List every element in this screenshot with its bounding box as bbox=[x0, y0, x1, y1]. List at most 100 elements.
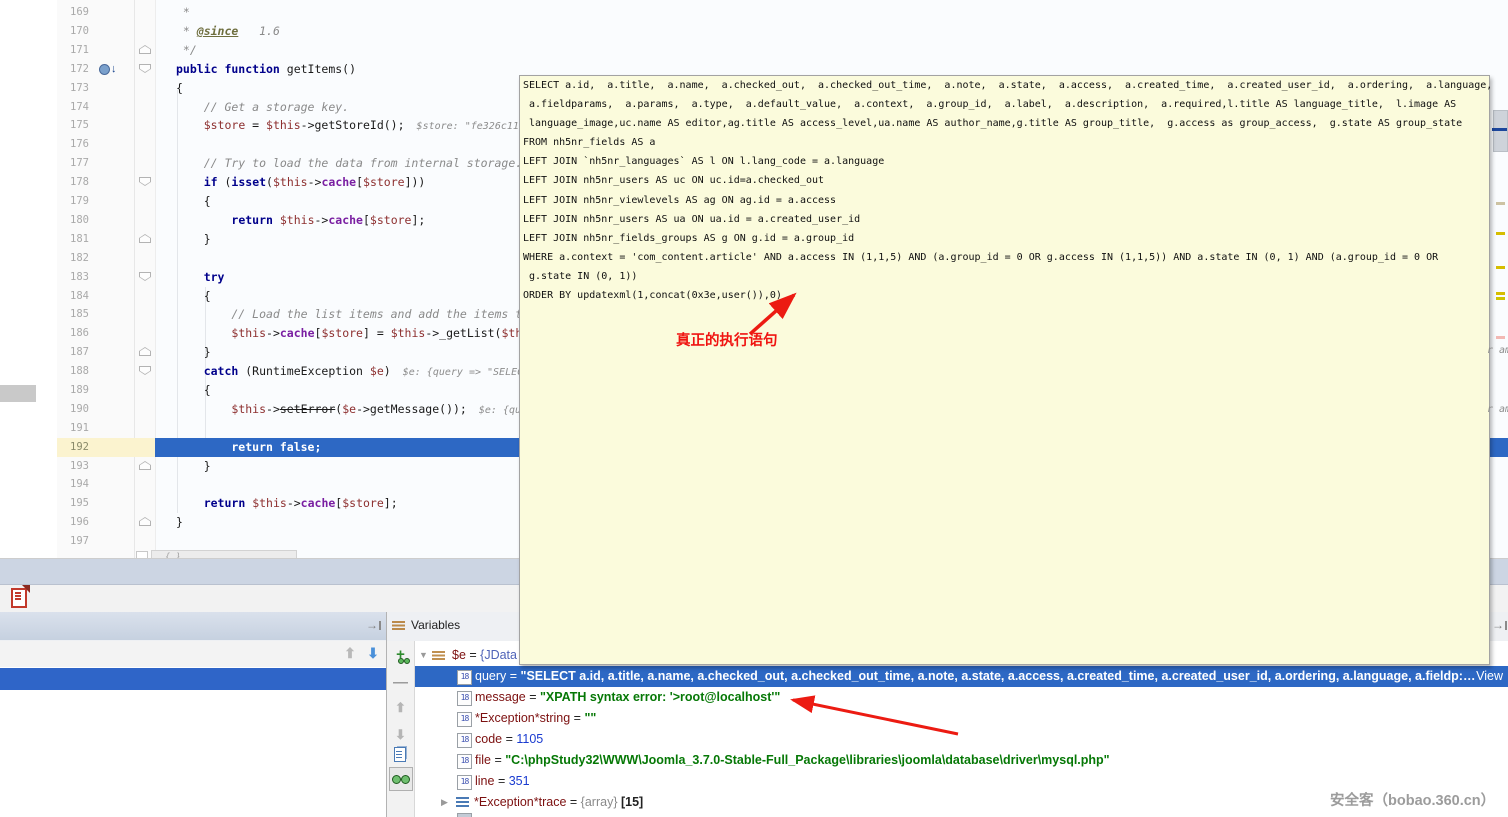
fold-marker-down-icon[interactable] bbox=[139, 64, 151, 73]
variable-type-icon bbox=[432, 651, 445, 661]
sql-line: SELECT a.id, a.title, a.name, a.checked_… bbox=[520, 76, 1489, 95]
sql-line: LEFT JOIN nh5nr_fields_groups AS g ON g.… bbox=[520, 229, 1489, 248]
variables-menu-icon[interactable] bbox=[392, 621, 405, 631]
code-overflow-fragment: r am bbox=[1487, 404, 1508, 418]
fold-marker-up-icon[interactable] bbox=[139, 45, 151, 54]
sql-line: a.fieldparams, a.params, a.type, a.defau… bbox=[520, 95, 1489, 114]
show-watches-icon[interactable] bbox=[389, 767, 413, 791]
sql-line: language_image,uc.name AS editor,ag.titl… bbox=[520, 114, 1489, 133]
line-number: 178 bbox=[70, 173, 110, 192]
fold-marker-down-icon[interactable] bbox=[139, 366, 151, 375]
move-up-icon[interactable]: ⬆ bbox=[391, 699, 410, 718]
sql-line: ORDER BY updatexml(1,concat(0x3e,user())… bbox=[520, 286, 1489, 305]
partial-row-icon bbox=[457, 813, 472, 817]
variable-row[interactable]: 18query = "SELECT a.id, a.title, a.name,… bbox=[415, 666, 1508, 687]
frame-up-icon[interactable]: ⬆ bbox=[341, 644, 359, 662]
line-number: 196 bbox=[70, 513, 110, 532]
gutter: 169170171172↓173174175176177178179180181… bbox=[57, 0, 156, 558]
error-stripe-mark[interactable] bbox=[1496, 292, 1505, 295]
tree-expanded-icon[interactable]: ▼ bbox=[419, 645, 428, 666]
variable-row[interactable]: 18file = "C:\phpStudy32\WWW\Joomla_3.7.0… bbox=[415, 750, 1508, 771]
line-number: 185 bbox=[70, 305, 110, 324]
line-number: 176 bbox=[70, 135, 110, 154]
error-stripe-mark[interactable] bbox=[1496, 266, 1505, 269]
variable-text: file = "C:\phpStudy32\WWW\Joomla_3.7.0-S… bbox=[475, 750, 1110, 771]
line-number: 187 bbox=[70, 343, 110, 362]
hide-panel-icon[interactable]: → bbox=[1492, 617, 1507, 633]
line-number: 174 bbox=[70, 98, 110, 117]
error-stripe-mark[interactable] bbox=[1496, 297, 1505, 300]
line-number: 189 bbox=[70, 381, 110, 400]
restore-layout-icon[interactable] bbox=[11, 588, 27, 608]
selected-frame-row[interactable] bbox=[0, 668, 386, 690]
line-number: 191 bbox=[70, 419, 110, 438]
line-number: 195 bbox=[70, 494, 110, 513]
fold-marker-up-icon[interactable] bbox=[139, 347, 151, 356]
sql-line: LEFT JOIN nh5nr_users AS uc ON uc.id=a.c… bbox=[520, 171, 1489, 190]
line-number: 175 bbox=[70, 116, 110, 135]
line-number: 194 bbox=[70, 475, 110, 494]
sql-line: LEFT JOIN nh5nr_viewlevels AS ag ON ag.i… bbox=[520, 191, 1489, 210]
code-line: */ bbox=[155, 41, 1508, 60]
line-number: 173 bbox=[70, 79, 110, 98]
line-number: 186 bbox=[70, 324, 110, 343]
sql-line: LEFT JOIN nh5nr_users AS ua ON ua.id = a… bbox=[520, 210, 1489, 229]
variable-row[interactable]: 18message = "XPATH syntax error: '>root@… bbox=[415, 687, 1508, 708]
fold-marker-up-icon[interactable] bbox=[139, 234, 151, 243]
fold-marker-down-icon[interactable] bbox=[139, 272, 151, 281]
remove-watch-icon[interactable]: — bbox=[391, 674, 410, 693]
duplicate-watch-icon[interactable] bbox=[394, 747, 406, 762]
line-number: 169 bbox=[70, 3, 110, 22]
caret-position-mark bbox=[1492, 128, 1507, 131]
line-number: 188 bbox=[70, 362, 110, 381]
frames-pane: ⬆ ⬇ bbox=[0, 641, 386, 817]
variable-text: line = 351 bbox=[475, 771, 530, 792]
tree-collapsed-icon[interactable]: ▶ bbox=[441, 792, 448, 813]
fold-marker-down-icon[interactable] bbox=[139, 177, 151, 186]
line-number: 193 bbox=[70, 457, 110, 476]
variables-tab-title[interactable]: Variables bbox=[411, 618, 460, 632]
variable-type-icon: 18 bbox=[457, 775, 472, 790]
variable-type-icon: 18 bbox=[457, 712, 472, 727]
variable-text: $e = {JData bbox=[452, 645, 517, 666]
line-number: 190 bbox=[70, 400, 110, 419]
view-value-link[interactable]: View bbox=[1476, 666, 1503, 687]
frame-down-icon[interactable]: ⬇ bbox=[364, 644, 382, 662]
add-watch-icon[interactable]: + bbox=[391, 646, 410, 665]
line-number: 182 bbox=[70, 249, 110, 268]
frames-pane-header[interactable]: → bbox=[0, 612, 387, 640]
variable-type-icon: 18 bbox=[457, 691, 472, 706]
sql-line: g.state IN (0, 1)) bbox=[520, 267, 1489, 286]
variable-type-icon: 18 bbox=[457, 670, 472, 685]
line-number: 197 bbox=[70, 532, 110, 551]
line-number: 171 bbox=[70, 41, 110, 60]
editor-scrollbar-thumb[interactable] bbox=[1493, 110, 1508, 152]
override-method-icon[interactable] bbox=[99, 64, 110, 75]
evaluated-sql-popup: SELECT a.id, a.title, a.name, a.checked_… bbox=[519, 75, 1490, 665]
fold-marker-up-icon[interactable] bbox=[139, 461, 151, 470]
left-scroll-block bbox=[0, 385, 36, 402]
line-number: 183 bbox=[70, 268, 110, 287]
variable-type-icon: 18 bbox=[457, 733, 472, 748]
error-stripe-mark[interactable] bbox=[1496, 202, 1505, 205]
variable-row[interactable]: 18code = 1105 bbox=[415, 729, 1508, 750]
error-stripe-mark[interactable] bbox=[1496, 232, 1505, 235]
code-overflow-fragment: r am bbox=[1487, 345, 1508, 359]
variable-row[interactable]: 18*Exception*string = "" bbox=[415, 708, 1508, 729]
line-number: 179 bbox=[70, 192, 110, 211]
variable-text: message = "XPATH syntax error: '>root@lo… bbox=[475, 687, 780, 708]
line-number: 184 bbox=[70, 287, 110, 306]
watermark: 安全客（bobao.360.cn） bbox=[1330, 789, 1495, 810]
line-number: 180 bbox=[70, 211, 110, 230]
frames-toolbar: ⬆ ⬇ bbox=[0, 641, 386, 667]
error-stripe-mark[interactable] bbox=[1496, 336, 1505, 339]
pane-separator[interactable] bbox=[386, 612, 387, 817]
variables-side-toolbar: + — ⬆ ⬇ bbox=[387, 641, 415, 817]
sql-line: WHERE a.context = 'com_content.article' … bbox=[520, 248, 1489, 267]
sql-line: LEFT JOIN `nh5nr_languages` AS l ON l.la… bbox=[520, 152, 1489, 171]
hide-panel-icon[interactable]: → bbox=[366, 617, 381, 633]
fold-marker-up-icon[interactable] bbox=[139, 517, 151, 526]
move-down-icon[interactable]: ⬇ bbox=[391, 726, 410, 745]
variable-text: code = 1105 bbox=[475, 729, 543, 750]
step-down-arrow-icon: ↓ bbox=[111, 61, 123, 77]
